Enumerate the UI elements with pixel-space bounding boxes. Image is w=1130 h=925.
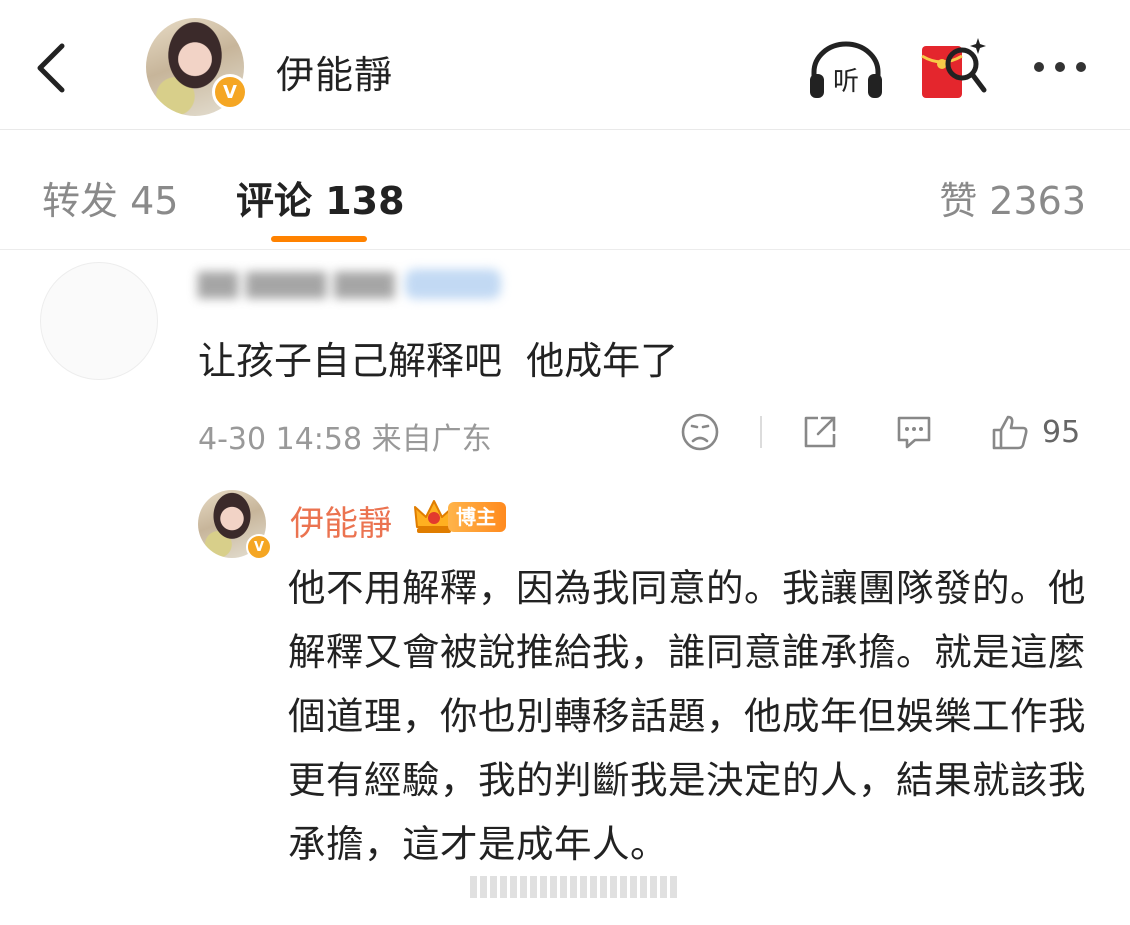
tab-bar: 转发 45 评论 138 赞 2363 (0, 130, 1130, 250)
tab-likes[interactable]: 赞 2363 (939, 170, 1086, 225)
author-avatar[interactable]: V (146, 18, 248, 116)
dislike-button[interactable] (680, 412, 720, 452)
headphones-icon: 听 (810, 41, 882, 98)
share-button[interactable] (800, 412, 840, 452)
top-bar: V 伊能靜 听 (0, 0, 1130, 130)
commenter-avatar[interactable] (40, 262, 158, 380)
author-badge: 博主 (448, 502, 506, 532)
tab-repost[interactable]: 转发 45 (42, 170, 178, 225)
red-packet-search-button[interactable] (918, 34, 990, 102)
listen-label: 听 (833, 67, 859, 97)
verified-badge-icon: V (246, 534, 272, 560)
tab-comments[interactable]: 评论 138 (236, 170, 405, 225)
action-divider (760, 416, 762, 448)
frown-face-icon (681, 413, 719, 451)
author-name[interactable]: 伊能靜 (276, 44, 393, 99)
comment-text: 让孩子自己解释吧 他成年了 (198, 339, 679, 383)
thumbs-up-icon (992, 415, 1028, 450)
like-count: 95 (1042, 414, 1081, 450)
reply-author-avatar[interactable]: V (198, 490, 272, 560)
back-arrow-icon[interactable] (28, 38, 76, 98)
reply-text: 他不用解釋，因為我同意的。我讓團隊發的。他解釋又會被說推給我，誰同意誰承擔。就是… (288, 566, 1086, 866)
reply-author-name[interactable]: 伊能靜 (290, 496, 392, 545)
reply-button[interactable] (893, 412, 935, 452)
more-icon[interactable] (1028, 52, 1092, 82)
comment-bubble-icon (897, 416, 931, 449)
blurred-username: ▇▇ ▇▇▇▇ ▇▇▇ (198, 269, 395, 299)
verified-badge-icon: V (212, 74, 248, 110)
comment-meta: 4-30 14:58 来自广东 (198, 422, 492, 457)
red-packet-search-icon (921, 38, 987, 98)
blurred-user-tag (404, 269, 501, 299)
share-icon (804, 416, 836, 448)
like-button[interactable]: 95 (990, 412, 1080, 452)
active-tab-indicator (271, 236, 367, 242)
commenter-name-blurred: ▇▇ ▇▇▇▇ ▇▇▇ (198, 266, 501, 302)
listen-button[interactable]: 听 (806, 38, 886, 102)
watermark (470, 876, 677, 898)
